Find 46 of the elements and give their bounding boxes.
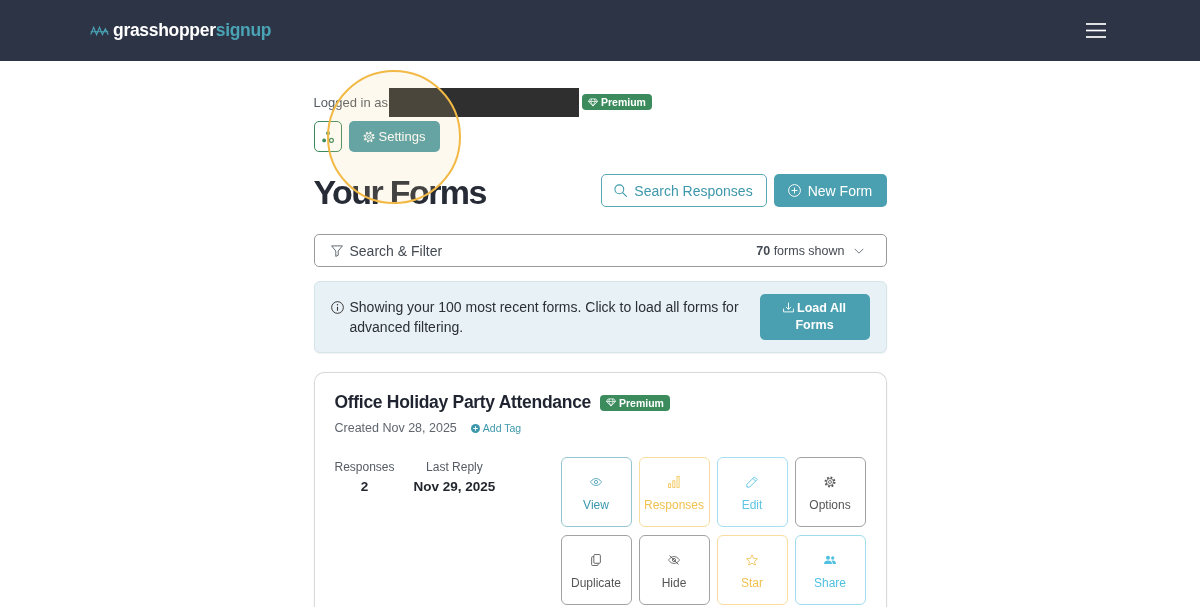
stat-value: 2 xyxy=(360,479,369,494)
hide-button[interactable]: Hide xyxy=(638,535,710,605)
menu-icon xyxy=(1086,23,1106,38)
new-form-button[interactable]: New Form xyxy=(773,174,887,207)
menu-button[interactable] xyxy=(1086,23,1106,38)
notice-text: Showing your 100 most recent forms. Click to load all forms for advanced filtering. xyxy=(349,298,740,337)
plus-circle-icon xyxy=(787,184,801,197)
nodes-button[interactable] xyxy=(313,121,342,152)
search-responses-button[interactable]: Search Responses xyxy=(600,174,767,207)
plus-circle-icon xyxy=(470,423,480,433)
diamond-icon xyxy=(606,398,616,407)
stat-label: Last Reply xyxy=(426,460,483,474)
stat-value: Nov 29, 2025 xyxy=(413,479,496,494)
pencil-icon xyxy=(746,476,758,488)
view-button[interactable]: View xyxy=(560,457,632,527)
forms-count: 70 forms shown xyxy=(756,243,845,258)
filter-label: Search & Filter xyxy=(349,242,443,259)
settings-icon xyxy=(362,130,375,143)
settings-icon xyxy=(824,476,836,488)
premium-badge: Premium xyxy=(600,394,670,411)
bar-chart-icon xyxy=(668,476,680,488)
people-icon xyxy=(824,554,836,566)
options-button[interactable]: Options xyxy=(794,457,866,527)
copy-icon xyxy=(590,554,602,566)
duplicate-button[interactable]: Duplicate xyxy=(560,535,632,605)
chevron-down-icon xyxy=(853,247,864,254)
edit-button[interactable]: Edit xyxy=(716,457,788,527)
star-icon xyxy=(746,554,758,566)
settings-button[interactable]: Settings xyxy=(348,121,440,152)
stat-label: Responses xyxy=(334,460,395,474)
search-filter-bar[interactable]: Search & Filter 70 forms shown xyxy=(313,234,887,267)
nodes-icon xyxy=(321,130,334,143)
eye-slash-icon xyxy=(668,554,680,566)
search-icon xyxy=(614,184,628,197)
diamond-icon xyxy=(587,97,598,107)
form-title: Office Holiday Party Attendance xyxy=(334,392,591,413)
premium-badge: Premium xyxy=(581,94,652,110)
load-all-forms-button[interactable]: Load All Forms xyxy=(759,294,870,340)
add-tag-link[interactable]: Add Tag xyxy=(470,422,522,434)
created-date: Created Nov 28, 2025 xyxy=(334,421,457,435)
info-icon xyxy=(330,301,344,314)
download-icon xyxy=(783,302,795,313)
filter-icon xyxy=(330,244,343,257)
share-button[interactable]: Share xyxy=(794,535,866,605)
logo-icon xyxy=(90,24,109,37)
eye-icon xyxy=(590,476,602,488)
